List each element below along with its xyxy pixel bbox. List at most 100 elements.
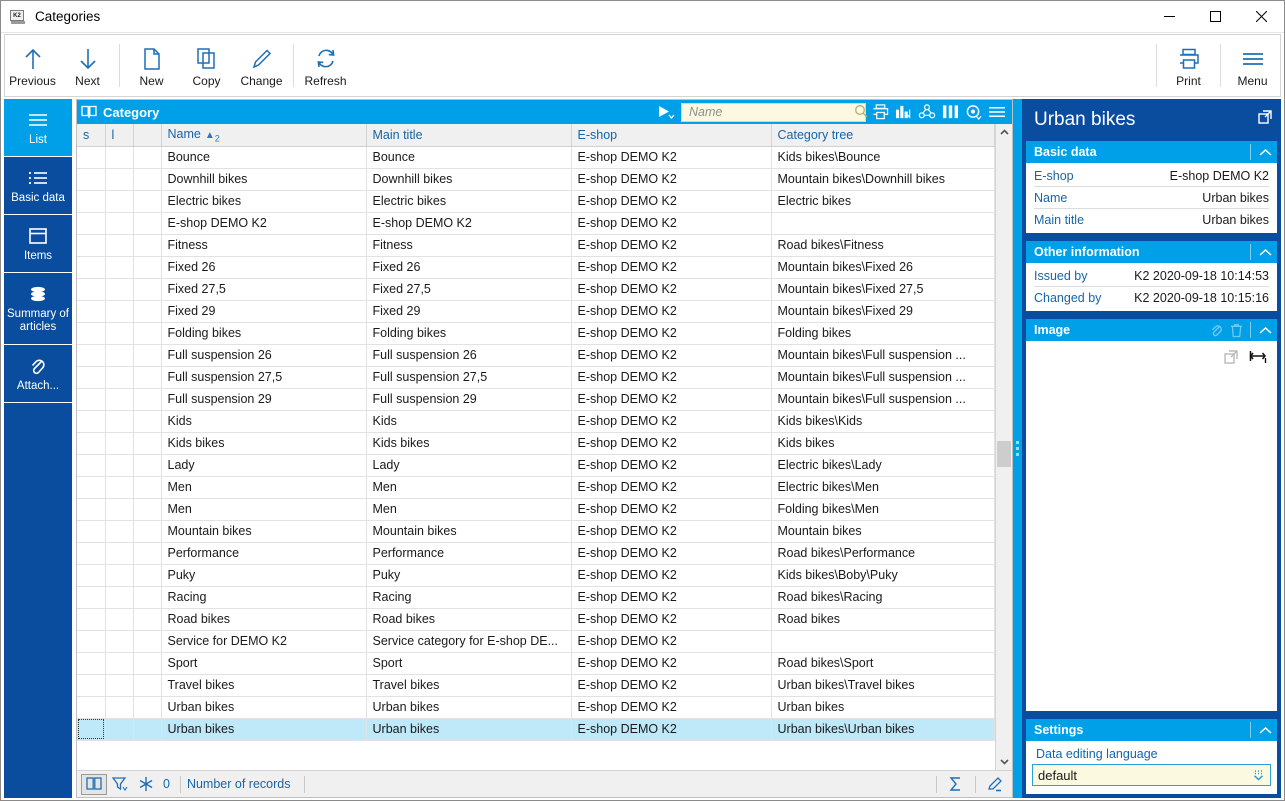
cell-main-title[interactable]: Full suspension 26	[366, 344, 571, 366]
cell-s[interactable]	[77, 652, 105, 674]
cell-s[interactable]	[77, 564, 105, 586]
cell-name[interactable]: Men	[161, 498, 366, 520]
cell-main-title[interactable]: E-shop DEMO K2	[366, 212, 571, 234]
cell-l[interactable]	[105, 630, 133, 652]
table-row[interactable]: Downhill bikesDownhill bikesE-shop DEMO …	[77, 168, 995, 190]
cell-l[interactable]	[105, 322, 133, 344]
cell-eshop[interactable]: E-shop DEMO K2	[571, 300, 771, 322]
cell-blank[interactable]	[133, 476, 161, 498]
cell-eshop[interactable]: E-shop DEMO K2	[571, 542, 771, 564]
cell-l[interactable]	[105, 366, 133, 388]
section-header-other-information[interactable]: Other information	[1026, 241, 1277, 263]
cell-main-title[interactable]: Racing	[366, 586, 571, 608]
table-row[interactable]: PerformancePerformanceE-shop DEMO K2Road…	[77, 542, 995, 564]
columns-icon[interactable]	[942, 104, 959, 120]
table-row[interactable]: SportSportE-shop DEMO K2Road bikes\Sport	[77, 652, 995, 674]
table-row[interactable]: Folding bikesFolding bikesE-shop DEMO K2…	[77, 322, 995, 344]
table-row[interactable]: Kids bikesKids bikesE-shop DEMO K2Kids b…	[77, 432, 995, 454]
section-header-settings[interactable]: Settings	[1026, 719, 1277, 741]
cell-name[interactable]: Racing	[161, 586, 366, 608]
table-row[interactable]: PukyPukyE-shop DEMO K2Kids bikes\Boby\Pu…	[77, 564, 995, 586]
scrollbar-track[interactable]	[996, 141, 1012, 753]
trash-icon[interactable]	[1226, 323, 1246, 338]
sidebar-item-items[interactable]: Items	[4, 215, 72, 273]
cell-main-title[interactable]: Men	[366, 498, 571, 520]
cell-main-title[interactable]: Service category for E-shop DE...	[366, 630, 571, 652]
cell-l[interactable]	[105, 388, 133, 410]
cell-blank[interactable]	[133, 168, 161, 190]
cell-main-title[interactable]: Performance	[366, 542, 571, 564]
column-header-s[interactable]: s	[77, 124, 105, 146]
cell-category-tree[interactable]	[771, 630, 995, 652]
cell-category-tree[interactable]: Folding bikes\Men	[771, 498, 995, 520]
cell-eshop[interactable]: E-shop DEMO K2	[571, 608, 771, 630]
cell-name[interactable]: Fixed 26	[161, 256, 366, 278]
cell-l[interactable]	[105, 718, 133, 740]
cell-blank[interactable]	[133, 718, 161, 740]
open-external-icon[interactable]	[1257, 109, 1273, 131]
cell-l[interactable]	[105, 234, 133, 256]
cell-category-tree[interactable]: Kids bikes\Bounce	[771, 146, 995, 168]
cell-l[interactable]	[105, 300, 133, 322]
cell-s[interactable]	[77, 520, 105, 542]
column-header-eshop[interactable]: E-shop	[571, 124, 771, 146]
cell-l[interactable]	[105, 212, 133, 234]
cell-category-tree[interactable]: Kids bikes\Boby\Puky	[771, 564, 995, 586]
sidebar-item-basic-data[interactable]: Basic data	[4, 157, 72, 215]
resize-width-icon[interactable]	[1249, 349, 1267, 368]
cell-category-tree[interactable]: Mountain bikes\Fixed 29	[771, 300, 995, 322]
cell-blank[interactable]	[133, 498, 161, 520]
cell-s[interactable]	[77, 234, 105, 256]
cell-blank[interactable]	[133, 146, 161, 168]
next-button[interactable]: Next	[60, 35, 115, 96]
cell-s[interactable]	[77, 498, 105, 520]
printer-icon[interactable]	[872, 104, 889, 120]
cell-name[interactable]: Sport	[161, 652, 366, 674]
cell-name[interactable]: Full suspension 27,5	[161, 366, 366, 388]
cell-blank[interactable]	[133, 630, 161, 652]
cell-l[interactable]	[105, 278, 133, 300]
cell-name[interactable]: Downhill bikes	[161, 168, 366, 190]
cell-l[interactable]	[105, 256, 133, 278]
change-button[interactable]: Change	[234, 35, 289, 96]
column-header-name[interactable]: Name▲2	[161, 124, 366, 146]
cell-name[interactable]: Folding bikes	[161, 322, 366, 344]
cell-name[interactable]: Urban bikes	[161, 718, 366, 740]
cell-l[interactable]	[105, 146, 133, 168]
cell-category-tree[interactable]: Urban bikes\Travel bikes	[771, 674, 995, 696]
cell-category-tree[interactable]: Road bikes\Performance	[771, 542, 995, 564]
sidebar-item-summary-of-articles[interactable]: Summary of articles	[4, 273, 72, 345]
table-row[interactable]: Fixed 29Fixed 29E-shop DEMO K2Mountain b…	[77, 300, 995, 322]
table-row[interactable]: LadyLadyE-shop DEMO K2Electric bikes\Lad…	[77, 454, 995, 476]
cell-blank[interactable]	[133, 454, 161, 476]
table-row[interactable]: Travel bikesTravel bikesE-shop DEMO K2Ur…	[77, 674, 995, 696]
bar-chart-icon[interactable]	[895, 104, 912, 120]
cell-category-tree[interactable]: Road bikes\Sport	[771, 652, 995, 674]
new-button[interactable]: New	[124, 35, 179, 96]
cell-eshop[interactable]: E-shop DEMO K2	[571, 410, 771, 432]
table-row[interactable]: MenMenE-shop DEMO K2Folding bikes\Men	[77, 498, 995, 520]
maximize-icon[interactable]	[1192, 1, 1238, 33]
cell-main-title[interactable]: Bounce	[366, 146, 571, 168]
cell-l[interactable]	[105, 520, 133, 542]
cell-s[interactable]	[77, 168, 105, 190]
cell-name[interactable]: Travel bikes	[161, 674, 366, 696]
cell-l[interactable]	[105, 696, 133, 718]
cell-eshop[interactable]: E-shop DEMO K2	[571, 630, 771, 652]
search-input-wrapper[interactable]	[681, 103, 866, 122]
cell-eshop[interactable]: E-shop DEMO K2	[571, 146, 771, 168]
open-external-icon[interactable]	[1223, 349, 1239, 368]
cell-s[interactable]	[77, 190, 105, 212]
cell-l[interactable]	[105, 564, 133, 586]
cell-eshop[interactable]: E-shop DEMO K2	[571, 344, 771, 366]
table-row[interactable]: BounceBounceE-shop DEMO K2Kids bikes\Bou…	[77, 146, 995, 168]
cell-l[interactable]	[105, 476, 133, 498]
cell-main-title[interactable]: Mountain bikes	[366, 520, 571, 542]
table-row[interactable]: Service for DEMO K2Service category for …	[77, 630, 995, 652]
cell-name[interactable]: Fixed 27,5	[161, 278, 366, 300]
cell-blank[interactable]	[133, 388, 161, 410]
cell-s[interactable]	[77, 366, 105, 388]
paperclip-icon[interactable]	[1206, 323, 1226, 338]
vertical-scrollbar[interactable]	[995, 124, 1012, 770]
cell-name[interactable]: Electric bikes	[161, 190, 366, 212]
